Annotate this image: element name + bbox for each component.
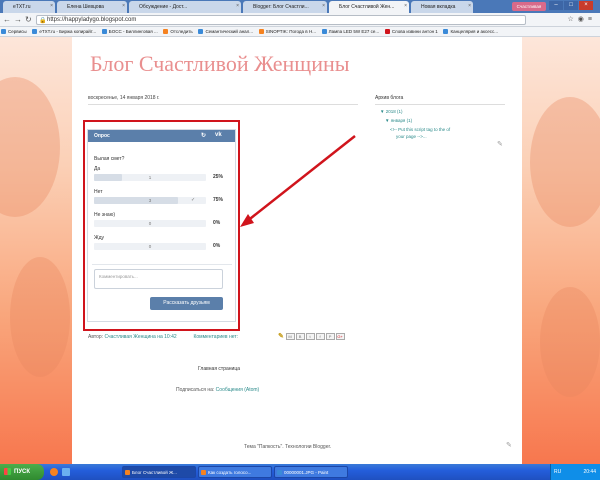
- favicon-icon: [258, 29, 264, 34]
- taskbar-item-howto[interactable]: Как создать голосо...: [198, 466, 272, 478]
- close-icon[interactable]: ×: [468, 3, 471, 9]
- favicon-icon: [321, 29, 327, 34]
- tab-elena[interactable]: Елена Шевцова ×: [57, 1, 127, 13]
- nav-buttons: ←→↻: [3, 16, 35, 24]
- page-viewport: Блог Счастливой Женщины воскресенье, 14 …: [0, 37, 600, 464]
- bookmark-item[interactable]: eTXT.ru - Биржа копирайт...: [31, 27, 99, 36]
- bookmarks-bar: Сервисы eTXT.ru - Биржа копирайт... БОСС…: [0, 27, 600, 37]
- favicon-icon: [443, 29, 449, 34]
- tab-label: Блог Счастливой Жен...: [339, 4, 395, 10]
- blogger-icon: [245, 4, 251, 10]
- window-controls: – □ ×: [548, 1, 598, 11]
- favicon-icon: [101, 29, 107, 34]
- close-window-icon[interactable]: ×: [579, 1, 593, 10]
- windows-logo-icon: [4, 468, 11, 475]
- toolbar-right: ☆◉≡: [568, 15, 596, 23]
- tab-discussion[interactable]: Обсуждение - Дост... ×: [129, 1, 241, 13]
- apps-icon: [1, 29, 6, 34]
- menu-icon[interactable]: ≡: [588, 16, 596, 23]
- lock-icon: 🔒: [39, 18, 47, 24]
- forward-icon[interactable]: →: [14, 15, 25, 24]
- taskbar-item-blog[interactable]: Блог Счастливой Ж...: [122, 466, 196, 478]
- bookmark-item[interactable]: Семантический анал...: [197, 27, 256, 36]
- browser-tab-strip: eTXT.ru × Елена Шевцова × Обсуждение - Дос…: [0, 0, 600, 13]
- start-button[interactable]: ПУСК: [0, 464, 44, 480]
- browser-toolbar: ←→↻ 🔒 https://happyladygo.blogspot.com ☆…: [0, 13, 600, 27]
- extension-icon[interactable]: ◉: [578, 16, 588, 23]
- favicon-icon: [384, 29, 390, 34]
- language-indicator[interactable]: RU: [554, 464, 561, 480]
- address-bar[interactable]: 🔒 https://happyladygo.blogspot.com: [36, 15, 526, 25]
- tab-label: Blogger: Блог Счастли...: [253, 4, 309, 10]
- favicon-icon: [32, 29, 38, 34]
- bookmark-item[interactable]: Слова извини антон 1: [384, 27, 441, 36]
- tab-label: eTXT.ru: [13, 4, 31, 10]
- tab-new[interactable]: Новая вкладка ×: [411, 1, 473, 13]
- blogger-icon: [331, 4, 337, 10]
- bookmark-item[interactable]: Сервисы: [0, 27, 30, 36]
- favicon-icon: [413, 4, 419, 10]
- star-icon[interactable]: ☆: [568, 16, 578, 23]
- tab-etxt[interactable]: eTXT.ru ×: [3, 1, 55, 13]
- quick-launch: [48, 467, 118, 477]
- browser-icon: [201, 470, 206, 475]
- taskbar: ПУСК Блог Счастливой Ж... Как создать го…: [0, 464, 600, 480]
- bookmark-item[interactable]: SINOPTIK: Погода в Н...: [258, 27, 319, 36]
- favicon-icon: [5, 4, 11, 10]
- reload-icon[interactable]: ↻: [25, 15, 35, 24]
- bookmark-item[interactable]: БОСС - Биллинговая ...: [101, 27, 161, 36]
- tab-label: Обсуждение - Дост...: [139, 4, 188, 10]
- close-icon[interactable]: ×: [236, 3, 239, 9]
- taskbar-item-paint[interactable]: 00000001.JPG - Paint: [274, 466, 348, 478]
- bookmark-item[interactable]: Канцелярия и аксесс...: [442, 27, 501, 36]
- blogger-icon: [125, 470, 130, 475]
- bookmark-item[interactable]: Отследить: [162, 27, 195, 36]
- favicon-icon: [198, 29, 204, 34]
- back-icon[interactable]: ←: [3, 15, 14, 24]
- maximize-icon[interactable]: □: [564, 1, 578, 10]
- close-icon[interactable]: ×: [404, 3, 407, 9]
- url-text: https://happyladygo.blogspot.com: [47, 17, 137, 23]
- favicon-icon: [131, 4, 137, 10]
- minimize-icon[interactable]: –: [549, 1, 563, 10]
- arrow-shaft: [245, 135, 356, 223]
- tab-label: Новая вкладка: [421, 4, 456, 10]
- clock[interactable]: 20:44: [583, 469, 596, 475]
- favicon-icon: [163, 29, 169, 34]
- tab-blog-active[interactable]: Блог Счастливой Жен... ×: [329, 1, 409, 13]
- close-icon[interactable]: ×: [50, 3, 53, 9]
- system-tray: RU 20:44: [550, 464, 600, 480]
- annotation-arrow: [240, 135, 356, 227]
- profile-badge[interactable]: Счастливая: [512, 2, 546, 11]
- favicon-icon: [59, 4, 65, 10]
- tab-label: Елена Шевцова: [67, 4, 104, 10]
- explorer-launch-icon[interactable]: [62, 468, 70, 476]
- paint-icon: [277, 470, 282, 475]
- close-icon[interactable]: ×: [322, 3, 325, 9]
- bookmark-item[interactable]: Лампа LED 5W E27 ce...: [321, 27, 383, 36]
- browser-launch-icon[interactable]: [50, 468, 58, 476]
- tab-blogger-admin[interactable]: Blogger: Блог Счастли... ×: [243, 1, 327, 13]
- close-icon[interactable]: ×: [122, 3, 125, 9]
